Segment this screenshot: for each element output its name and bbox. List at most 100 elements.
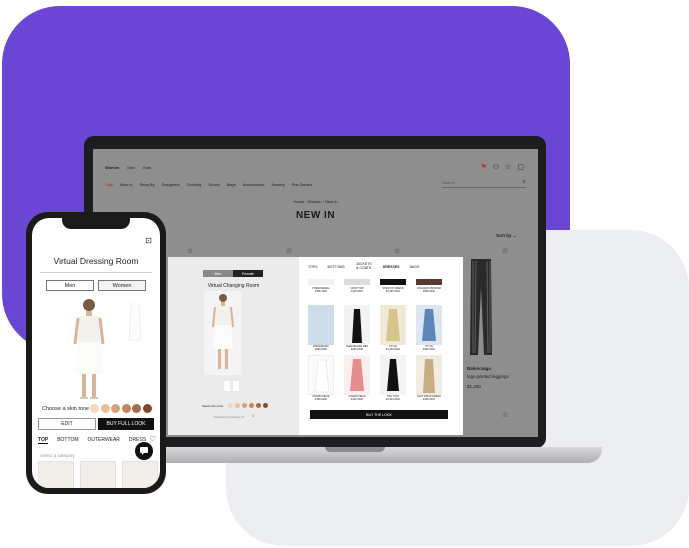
skin-tone-swatch[interactable] <box>256 403 261 408</box>
product-card[interactable]: PARAMETRIC €490.0000 <box>308 305 334 351</box>
product-price: €390.0000 <box>315 290 327 293</box>
nav-men[interactable]: Men <box>127 165 135 170</box>
skin-tone-swatch[interactable] <box>242 403 247 408</box>
cat-jewelry[interactable]: Jewelry <box>271 182 285 187</box>
search-icon[interactable]: ⌕ <box>252 413 255 419</box>
gender-toggle-men[interactable]: Men <box>203 270 233 277</box>
edit-button[interactable]: EDIT <box>38 418 96 430</box>
tab-bottoms[interactable]: BOTTOMS <box>327 265 344 270</box>
cat-accessories[interactable]: Accessories <box>243 182 265 187</box>
gender-toggle-female[interactable]: Female <box>233 270 263 277</box>
wishlist-star-icon[interactable]: ☆ <box>286 247 292 255</box>
skin-tone-swatch[interactable] <box>111 404 120 413</box>
product-image[interactable] <box>308 305 334 345</box>
search-icon[interactable]: ⌕ <box>523 179 526 186</box>
garment-thumb[interactable] <box>38 461 74 488</box>
breadcrumb[interactable]: Home › Women › New In <box>93 199 538 204</box>
product-image[interactable] <box>308 355 334 395</box>
nav-women[interactable]: Women <box>105 165 119 170</box>
product-card[interactable]: THE TOTE €2,940.0000 <box>380 355 406 401</box>
product-price: €1,490.0000 <box>386 348 400 351</box>
product-price: €490.0000 <box>423 398 435 401</box>
product-thumb[interactable] <box>380 279 406 285</box>
gender-toggle-men[interactable]: Men <box>46 280 94 291</box>
product-price: €690.0000 <box>351 348 363 351</box>
product-card[interactable]: STYLE €1,490.0000 <box>380 305 406 351</box>
skin-tone-swatch[interactable] <box>132 404 141 413</box>
laptop-notch <box>325 447 385 452</box>
tab-jackets-coats[interactable]: JACKETS & COATS <box>355 262 373 270</box>
skin-tone-swatch[interactable] <box>90 404 99 413</box>
cat-designers[interactable]: Designers <box>162 182 180 187</box>
product-image[interactable] <box>416 355 442 395</box>
search-placeholder: Search <box>442 180 455 185</box>
tab-top[interactable]: TOP <box>38 437 49 444</box>
product-price: €420.0000 <box>351 398 363 401</box>
header-icons: ⚑ ⚇ ☆ ▢ <box>481 163 524 171</box>
product-name[interactable]: logo-printed leggings <box>467 374 509 379</box>
buy-the-look-button[interactable]: BUY THE LOOK <box>310 410 448 419</box>
product-card[interactable]: STYLE €690.0000 <box>416 305 442 351</box>
product-image[interactable] <box>344 355 370 395</box>
search-input[interactable]: Search ⌕ <box>442 178 526 188</box>
buy-full-look-button[interactable]: BUY FULL LOOK <box>98 418 154 430</box>
product-card[interactable]: MAXI WRAP DRESS €490.0000 <box>416 355 442 401</box>
skin-tone-swatch[interactable] <box>100 404 110 413</box>
cat-pre-owned[interactable]: Pre-Owned <box>292 182 312 187</box>
tab-bottom[interactable]: BOTTOM <box>57 437 78 444</box>
product-brand[interactable]: Balenciaga <box>467 366 491 371</box>
cat-new-in[interactable]: New In <box>120 182 132 187</box>
phone-screen: ⊡ Virtual Dressing Room Men Women Choose… <box>32 218 160 488</box>
tab-dresses[interactable]: DRESSES <box>383 265 400 270</box>
product-image[interactable] <box>380 305 406 345</box>
category-select[interactable]: Select a category <box>40 453 75 458</box>
skin-tone-swatch[interactable] <box>249 403 254 408</box>
cat-shop-by[interactable]: Shop By <box>139 182 154 187</box>
cat-clothing[interactable]: Clothing <box>187 182 202 187</box>
cat-sale[interactable]: Sale <box>105 182 113 187</box>
garment-thumb[interactable] <box>122 461 158 488</box>
wishlist-star-icon[interactable]: ☆ <box>187 247 193 255</box>
product-image[interactable] <box>416 305 442 345</box>
skin-tone-label: Select skin tone <box>202 404 224 408</box>
product-thumb[interactable] <box>344 279 370 285</box>
skin-tone-swatch[interactable] <box>235 403 240 408</box>
nav-kids[interactable]: Kids <box>143 165 151 170</box>
product-grid: PARAMETRIC €490.0000 SLEEVELESS MIDI €69… <box>308 305 442 401</box>
garment-thumbnail[interactable] <box>128 302 142 342</box>
tab-tops[interactable]: TOPS <box>308 265 317 270</box>
account-icon[interactable]: ⚇ <box>493 163 499 171</box>
tab-outerwear[interactable]: OUTERWEAR <box>88 437 120 444</box>
garment-thumb[interactable] <box>80 461 116 488</box>
bag-icon[interactable]: ⊡ <box>145 236 152 245</box>
product-image[interactable] <box>344 305 370 345</box>
skin-tone-swatch[interactable] <box>228 403 233 408</box>
product-price: €2,940.0000 <box>386 398 400 401</box>
product-card[interactable]: CHARM PIECE €390.0000 <box>308 355 334 401</box>
wishlist-star-icon[interactable]: ☆ <box>502 247 508 255</box>
bag-icon[interactable]: ▢ <box>517 163 524 171</box>
skin-tone-swatch[interactable] <box>263 403 268 408</box>
chat-button[interactable] <box>135 442 153 460</box>
skin-tone-swatch[interactable] <box>121 404 131 413</box>
flag-icon[interactable]: ⚑ <box>481 163 487 171</box>
cat-shoes[interactable]: Shoes <box>208 182 219 187</box>
product-card[interactable]: SLEEVELESS MIDI €690.0000 <box>344 305 370 351</box>
product-card[interactable]: CHARM PIECE €420.0000 <box>344 355 370 401</box>
wishlist-star-icon[interactable]: ☆ <box>502 411 508 419</box>
product-thumb[interactable] <box>416 279 442 285</box>
product-image[interactable] <box>465 257 497 357</box>
category-nav: Sale New In Shop By Designers Clothing S… <box>105 182 312 187</box>
wishlist-star-icon[interactable]: ☆ <box>394 247 400 255</box>
tab-bags[interactable]: BAGS <box>409 265 419 270</box>
product-thumb[interactable] <box>308 279 334 285</box>
model-thumbnails[interactable] <box>224 381 242 391</box>
product-image[interactable] <box>380 355 406 395</box>
modal-title: Virtual Changing Room <box>207 283 260 289</box>
cat-bags[interactable]: Bags <box>227 182 236 187</box>
wishlist-icon[interactable]: ☆ <box>505 163 511 171</box>
divider <box>40 272 152 273</box>
skin-tone-swatch[interactable] <box>142 404 152 413</box>
sort-dropdown[interactable]: Sort by ⌄ <box>496 233 517 239</box>
gender-toggle-women[interactable]: Women <box>98 280 146 291</box>
